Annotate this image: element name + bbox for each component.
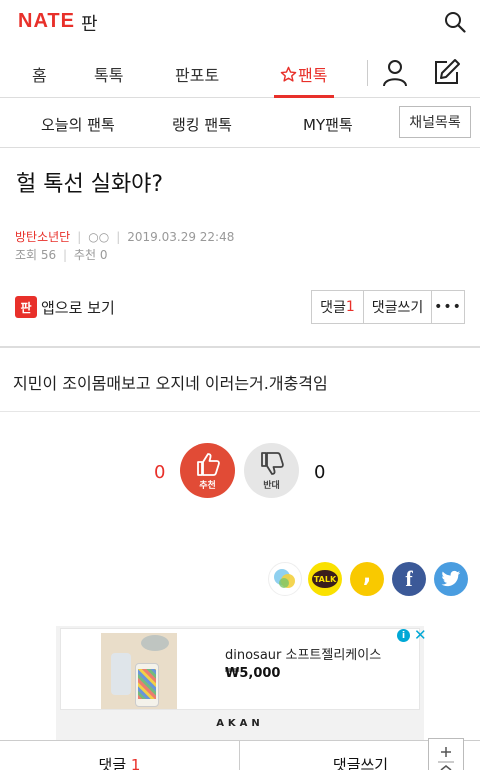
kakaostory-icon: , bbox=[362, 562, 372, 588]
recommend-count: 0 bbox=[99, 248, 108, 262]
write-comment-button[interactable]: 댓글쓰기 bbox=[364, 291, 432, 323]
bottom-comment-button[interactable]: 댓글 1 bbox=[0, 741, 240, 770]
recommend-vote-count: 0 bbox=[154, 462, 166, 483]
search-icon[interactable] bbox=[444, 11, 466, 33]
pann-app-icon: 판 bbox=[15, 296, 37, 318]
channel-list-button[interactable]: 채널목록 bbox=[399, 106, 471, 138]
oppose-label: 반대 bbox=[263, 481, 280, 491]
ad-info-icon[interactable]: i bbox=[397, 629, 410, 642]
post-author[interactable]: 방탄소년단 bbox=[15, 230, 70, 244]
tab-home[interactable]: 홈 bbox=[32, 62, 47, 86]
bottom-bar: 댓글 1 댓글쓰기 bbox=[0, 740, 480, 770]
subnav-today-fantok[interactable]: 오늘의 팬톡 bbox=[41, 114, 115, 135]
ad-product-image[interactable] bbox=[101, 633, 177, 709]
subnav-my-fantok[interactable]: MY팬톡 bbox=[303, 114, 353, 135]
divider bbox=[0, 346, 480, 348]
views-label: 조회 bbox=[15, 248, 38, 262]
meta-separator: | bbox=[77, 230, 82, 244]
comment-button[interactable]: 댓글 1 bbox=[312, 291, 364, 323]
top-bar: NATE 판 bbox=[0, 0, 480, 44]
main-nav: 홈 톡톡 판포토 팬톡 bbox=[0, 44, 480, 98]
floating-menu-button[interactable] bbox=[428, 738, 464, 770]
bottom-comment-label: 댓글 bbox=[98, 756, 127, 770]
tab-fantok[interactable]: 팬톡 bbox=[280, 62, 327, 86]
oppose-vote-count: 0 bbox=[314, 462, 326, 483]
line-share-icon bbox=[274, 569, 295, 588]
thumbs-down-icon bbox=[261, 452, 284, 475]
tab-pannphoto[interactable]: 판포토 bbox=[175, 62, 219, 86]
pann-logo-text[interactable]: 판 bbox=[81, 10, 98, 36]
more-button[interactable]: ••• bbox=[432, 291, 464, 323]
ad-close-icon[interactable]: ✕ bbox=[414, 626, 427, 644]
share-facebook-button[interactable]: f bbox=[392, 562, 426, 596]
twitter-icon bbox=[441, 570, 461, 587]
facebook-icon: f bbox=[405, 566, 413, 591]
post-title: 헐 톡선 실화야? bbox=[16, 172, 164, 197]
post-meta: 방탄소년단 | ○○ | 2019.03.29 22:48 bbox=[15, 228, 234, 245]
open-in-app-button[interactable]: 판 앱으로 보기 bbox=[15, 294, 115, 320]
post-stats: 조회 56 | 추천 0 bbox=[15, 246, 107, 263]
ad-card[interactable]: dinosaur 소프트젤리케이스 ₩5,000 i ✕ bbox=[60, 626, 427, 710]
meta-separator: | bbox=[63, 248, 68, 262]
thumbs-up-icon bbox=[197, 453, 220, 476]
ad-image-pattern bbox=[138, 669, 156, 699]
views-count: 56 bbox=[40, 248, 57, 262]
subnav-ranking-fantok[interactable]: 랭킹 팬톡 bbox=[172, 114, 232, 135]
ad-image-case bbox=[111, 653, 131, 695]
share-kakaostory-button[interactable]: , bbox=[350, 562, 384, 596]
kakaotalk-icon: TALK bbox=[312, 570, 338, 588]
post-nickname: ○○ bbox=[88, 230, 110, 244]
ad-brand: AKAN bbox=[216, 718, 264, 729]
tab-toktok[interactable]: 톡톡 bbox=[94, 62, 123, 86]
ad-price: ₩5,000 bbox=[225, 666, 281, 681]
write-icon[interactable] bbox=[433, 58, 461, 86]
divider bbox=[0, 411, 480, 412]
star-icon bbox=[280, 66, 297, 82]
share-kakaotalk-button[interactable]: TALK bbox=[308, 562, 342, 596]
recommend-label: 추천 bbox=[199, 481, 216, 491]
ad-image-plant bbox=[141, 635, 169, 651]
bottom-comment-count: 1 bbox=[130, 756, 141, 770]
share-twitter-button[interactable] bbox=[434, 562, 468, 596]
plus-icon bbox=[438, 747, 454, 770]
ad-title[interactable]: dinosaur 소프트젤리케이스 bbox=[225, 644, 381, 663]
comment-button-count: 1 bbox=[345, 299, 355, 315]
comment-button-label: 댓글 bbox=[320, 300, 346, 316]
post-body: 지민이 조이몸매보고 오지네 이러는거.개충격임 bbox=[13, 374, 328, 393]
recommend-button[interactable]: 추천 bbox=[180, 443, 235, 498]
nav-divider bbox=[367, 60, 368, 86]
post-date: 2019.03.29 22:48 bbox=[127, 230, 235, 244]
user-icon[interactable] bbox=[382, 59, 408, 87]
meta-separator: | bbox=[116, 230, 121, 244]
tab-fantok-label: 팬톡 bbox=[298, 66, 328, 85]
post-action-group: 댓글 1 댓글쓰기 ••• bbox=[311, 290, 465, 324]
oppose-button[interactable]: 반대 bbox=[244, 443, 299, 498]
recommend-label: 추천 bbox=[73, 248, 96, 262]
nate-logo[interactable]: NATE bbox=[18, 10, 75, 33]
share-line-button[interactable] bbox=[268, 562, 302, 596]
open-in-app-label: 앱으로 보기 bbox=[41, 298, 115, 317]
